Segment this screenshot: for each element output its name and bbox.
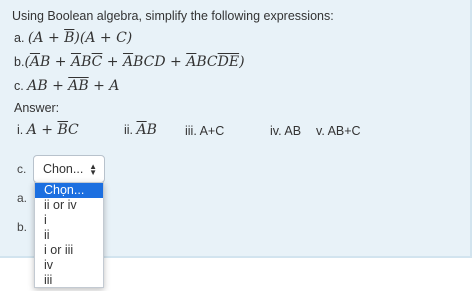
choice-ii-label: ii. — [124, 123, 134, 137]
dropdown-option[interactable]: ii or iv — [35, 198, 103, 213]
choice-iv: iv. AB — [270, 124, 302, 138]
expression-b: b.(AB + ABC + ABCD + ABCDE) — [14, 54, 245, 70]
choice-ii-math: AB — [136, 122, 157, 138]
answer-dropdown-list[interactable]: Chọn... ii or iv i ii i or iii iv iii — [34, 182, 104, 288]
expression-c: c. AB + AB + A — [14, 78, 119, 94]
answer-label: Answer: — [14, 101, 60, 115]
choice-i: i. A + BC — [17, 122, 79, 138]
dropdown-option[interactable]: ii — [35, 228, 103, 243]
dropdown-option[interactable]: Chọn... — [35, 183, 103, 198]
choice-v: v. AB+C — [316, 124, 361, 138]
row-label-a: a. — [17, 191, 28, 205]
dropdown-option[interactable]: iii — [35, 273, 103, 288]
question-instruction: Using Boolean algebra, simplify the foll… — [12, 9, 334, 23]
row-label-c: c. — [17, 162, 27, 176]
choice-i-label: i. — [17, 123, 24, 137]
expression-b-prefix: b. — [14, 55, 25, 69]
expression-a: a. (A + B)(A + C) — [14, 30, 132, 46]
row-label-b: b. — [17, 220, 28, 234]
choice-i-math: A + BC — [26, 122, 79, 138]
choice-ii: ii. AB — [124, 122, 157, 138]
answer-select-c[interactable]: Chon... ▲ ▼ — [33, 155, 105, 183]
expression-c-prefix: c. — [14, 79, 24, 93]
expression-b-math: (AB + ABC + ABCD + ABCDE) — [24, 54, 245, 70]
expression-a-math: (A + B)(A + C) — [27, 30, 133, 46]
expression-c-math: AB + AB + A — [27, 78, 120, 94]
dropdown-option[interactable]: i — [35, 213, 103, 228]
expression-a-prefix: a. — [14, 31, 25, 45]
updown-arrow-icon: ▲ ▼ — [89, 161, 97, 177]
dropdown-option[interactable]: iv — [35, 258, 103, 273]
answer-select-value: Chon... — [43, 162, 84, 176]
dropdown-option[interactable]: i or iii — [35, 243, 103, 258]
choice-iii: iii. A+C — [185, 124, 225, 138]
